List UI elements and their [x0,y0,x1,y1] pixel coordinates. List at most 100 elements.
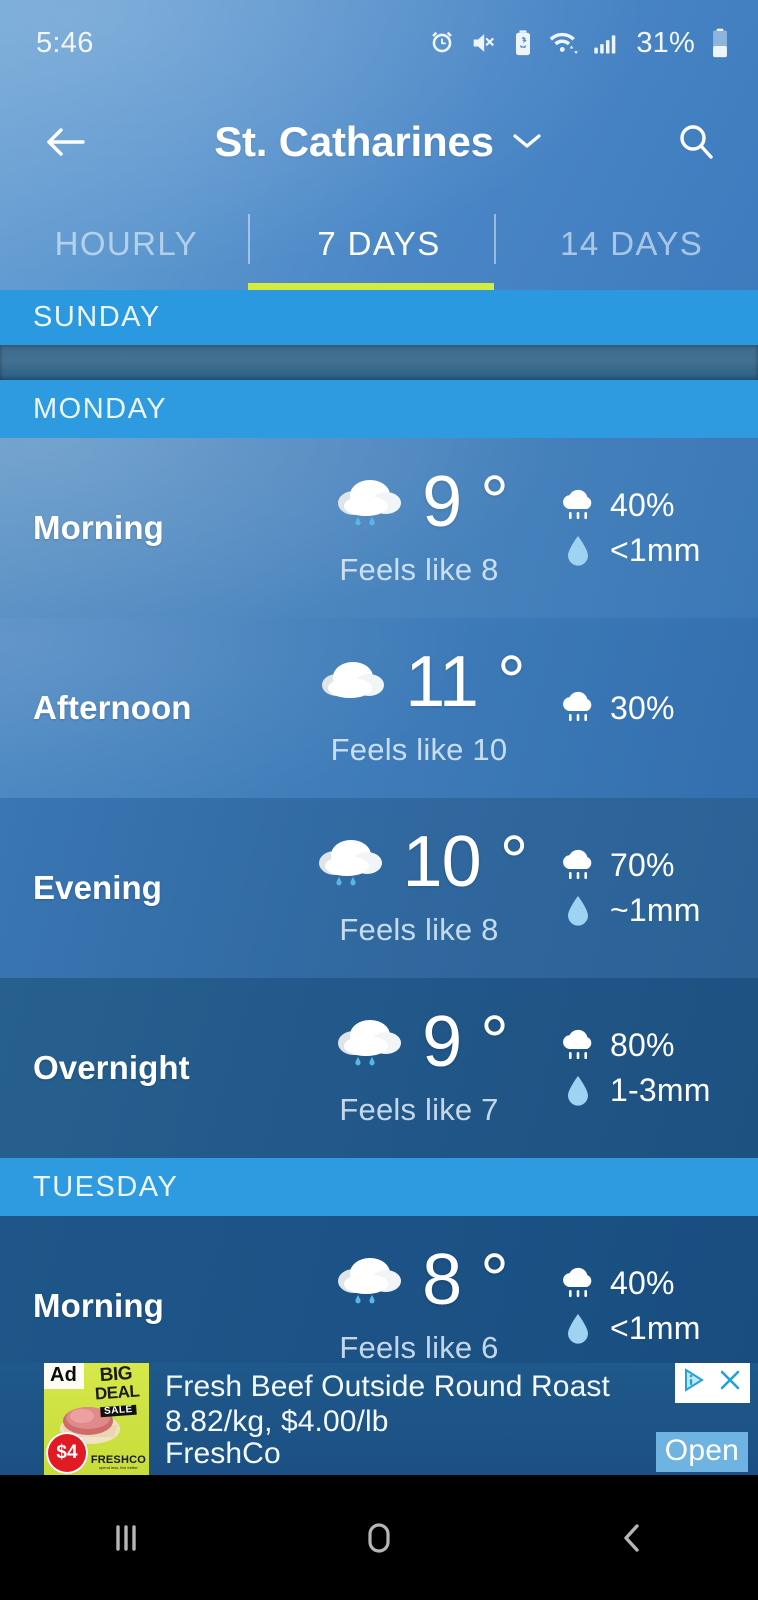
rain-chance-icon [558,1028,598,1064]
precipitation-info: 80% 1-3mm [558,1027,758,1109]
feels-like: Feels like 8 [339,912,499,948]
period-conditions: 11 ° Feels like 10 [280,641,558,768]
forecast-tabs: HOURLY 7 DAYS 14 DAYS [0,198,758,290]
rain-chance-icon [558,1266,598,1302]
battery-percent-label: 31% [636,26,695,59]
tab-divider [494,214,496,264]
battery-saver-icon [510,29,536,57]
tab-7-days[interactable]: 7 DAYS [253,198,506,290]
rain-chance-icon [558,488,598,524]
feels-like: Feels like 10 [330,732,508,768]
mute-icon [469,29,497,57]
chevron-down-icon[interactable] [510,128,544,157]
ad-open-button[interactable]: Open [655,1432,748,1472]
water-drop-icon [558,893,598,929]
ad-advertiser: FreshCo [165,1437,281,1470]
ad-price-bubble: $4 [46,1432,88,1474]
precip-chance: 30% [610,689,675,726]
ad-brand-mark: FRESHCO spend less, live better [91,1455,146,1470]
precip-chance: 70% [610,847,675,883]
status-icon-tray: 31% [428,27,730,60]
ad-choices-controls[interactable] [675,1363,750,1403]
ad-body[interactable]: Fresh Beef Outside Round Roast 8.82/kg, … [149,1363,758,1475]
temperature: 11 ° [405,641,526,722]
temperature: 9 ° [422,461,509,542]
ad-badge: Ad [44,1363,85,1389]
back-icon[interactable] [572,1493,692,1583]
precip-chance: 80% [610,1027,675,1063]
precipitation-info: 40% <1mm [558,487,758,569]
phone-screen: 5:46 31% St. Catharines HOURLY 7 DAYS 14… [0,0,758,1600]
water-drop-icon [558,1311,598,1347]
tab-14-days-label: 14 DAYS [560,225,704,262]
precipitation-info: 70% ~1mm [558,847,758,929]
ad-thumb-deal: DEAL [94,1381,140,1404]
temperature: 10 ° [402,821,529,902]
location-selector[interactable]: St. Catharines [0,86,758,198]
forecast-list[interactable]: SUNDAY MONDAY Morning 9 ° Feels like 8 4… [0,290,758,1375]
precip-amount: 1-3mm [610,1072,711,1108]
tab-hourly-label: HOURLY [54,225,199,262]
home-icon[interactable] [319,1493,439,1583]
ad-banner[interactable]: Ad BIG DEAL SALE $4 FRESHCO spend less, … [0,1363,758,1475]
close-icon[interactable] [717,1367,743,1398]
rain-cloud-icon [330,1011,408,1073]
rain-chance-icon [558,690,598,726]
day-header-sunday[interactable]: SUNDAY [0,290,758,345]
ad-thumbnail[interactable]: Ad BIG DEAL SALE $4 FRESHCO spend less, … [44,1363,149,1475]
day-header-label: MONDAY [33,392,168,425]
adchoices-icon[interactable] [682,1367,708,1398]
day-header-label: SUNDAY [33,301,161,333]
period-label: Evening [33,869,163,906]
collapsed-day-strip[interactable] [0,345,758,380]
rain-cloud-icon [330,1249,408,1311]
day-header-monday[interactable]: MONDAY [0,380,758,438]
precip-chance: 40% [610,487,675,523]
feels-like: Feels like 6 [339,1330,499,1366]
period-label: Afternoon [33,689,192,726]
period-label: Morning [33,1287,164,1324]
period-label: Overnight [33,1049,190,1086]
forecast-row[interactable]: Overnight 9 ° Feels like 7 80% 1-3mm [0,978,758,1158]
precip-amount: <1mm [610,532,701,568]
day-header-tuesday[interactable]: TUESDAY [0,1158,758,1216]
android-nav-bar [0,1475,758,1600]
rain-chance-icon [558,848,598,884]
page-title: St. Catharines [214,118,494,165]
period-conditions: 9 ° Feels like 7 [280,1001,558,1128]
wifi-icon [549,29,579,57]
ad-big-deal-graphic: BIG DEAL SALE [85,1363,148,1418]
rain-cloud-icon [330,471,408,533]
feels-like: Feels like 8 [339,552,499,588]
period-label: Morning [33,509,164,546]
precipitation-info: 30% [558,690,758,727]
water-drop-icon [558,533,598,569]
period-conditions: 10 ° Feels like 8 [280,821,558,948]
top-chrome: 5:46 31% St. Catharines HOURLY 7 DAYS 14… [0,0,758,290]
forecast-row[interactable]: Morning 9 ° Feels like 8 40% <1mm [0,438,758,618]
rain-cloud-icon [311,831,389,893]
forecast-row[interactable]: Afternoon 11 ° Feels like 10 30% [0,618,758,798]
feels-like: Feels like 7 [339,1092,499,1128]
ad-brand-tagline: spend less, live better [99,1465,138,1470]
precip-chance: 40% [610,1265,675,1301]
temperature: 8 ° [422,1239,509,1320]
search-icon[interactable] [664,110,728,174]
period-conditions: 9 ° Feels like 8 [280,461,558,588]
recents-icon[interactable] [66,1493,186,1583]
water-drop-icon [558,1073,598,1109]
tab-hourly[interactable]: HOURLY [0,198,253,290]
forecast-row[interactable]: Evening 10 ° Feels like 8 70% ~1mm [0,798,758,978]
tab-7-days-label: 7 DAYS [317,225,441,262]
cloud-icon [313,651,391,713]
precip-amount: ~1mm [610,892,701,928]
back-arrow-icon[interactable] [34,110,98,174]
battery-icon [710,28,730,58]
day-header-label: TUESDAY [33,1170,179,1203]
signal-icon [592,29,620,57]
alarm-icon [428,29,456,57]
temperature: 9 ° [422,1001,509,1082]
forecast-row[interactable]: Morning 8 ° Feels like 6 40% <1mm [0,1216,758,1375]
ad-headline: Fresh Beef Outside Round Roast 8.82/kg, … [165,1370,610,1439]
tab-14-days[interactable]: 14 DAYS [505,198,758,290]
